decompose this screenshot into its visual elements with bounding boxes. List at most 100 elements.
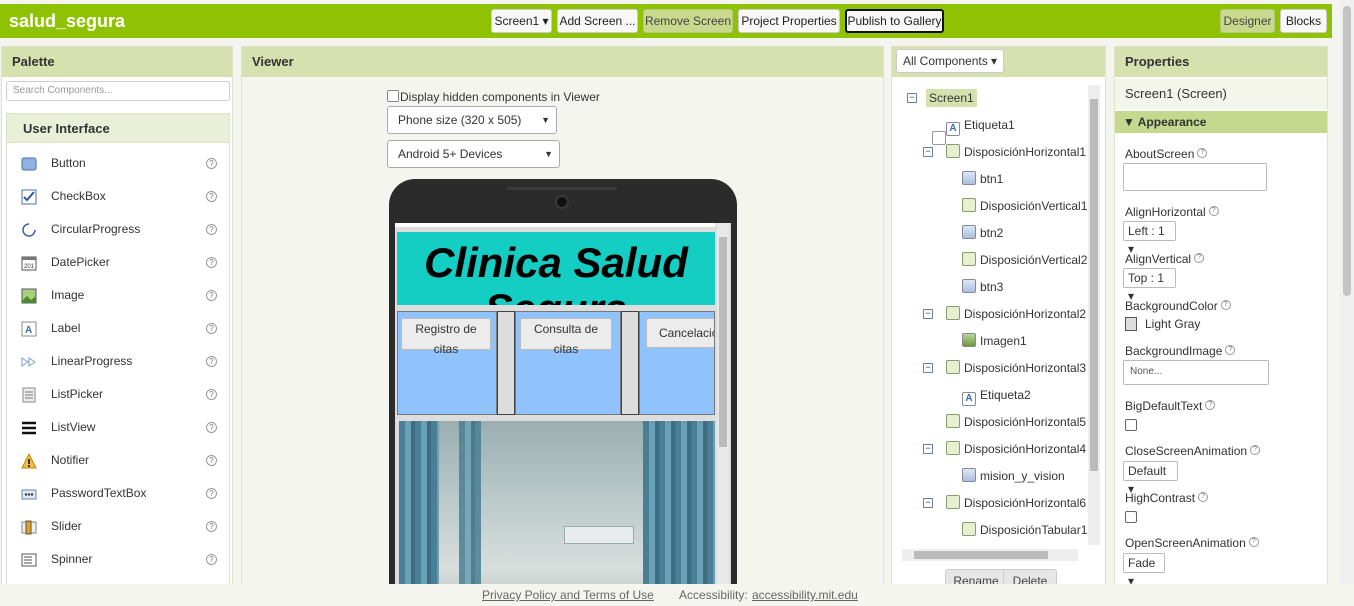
close-screen-animation-dropdown[interactable]: Default ▾ bbox=[1123, 461, 1178, 496]
designer-button[interactable]: Designer bbox=[1220, 9, 1275, 33]
phone-size-select[interactable]: Phone size (320 x 505) ▼ bbox=[387, 106, 557, 134]
collapse-toggle-icon[interactable]: − bbox=[923, 363, 933, 373]
background-image-picker[interactable]: None... bbox=[1123, 360, 1269, 385]
help-icon[interactable]: ? bbox=[206, 158, 217, 169]
palette-item-image[interactable]: Image ? bbox=[7, 279, 229, 312]
disposicion-vertical2[interactable] bbox=[621, 311, 639, 415]
tree-node-btn3[interactable]: btn3 bbox=[962, 276, 1003, 298]
tree-node-disposicionvertical1[interactable]: DisposiciónVertical1 bbox=[962, 195, 1087, 217]
tree-node-btn2[interactable]: btn2 bbox=[962, 222, 1003, 244]
help-icon[interactable]: ? bbox=[206, 455, 217, 466]
help-icon[interactable]: ? bbox=[1198, 492, 1209, 502]
help-icon[interactable]: ? bbox=[206, 389, 217, 400]
help-icon[interactable]: ? bbox=[1250, 445, 1261, 455]
palette-item-checkbox[interactable]: CheckBox ? bbox=[7, 180, 229, 213]
help-icon[interactable]: ? bbox=[206, 521, 217, 532]
help-icon[interactable]: ? bbox=[206, 257, 217, 268]
help-icon[interactable]: ? bbox=[206, 554, 217, 565]
help-icon[interactable]: ? bbox=[206, 488, 217, 499]
checkbox[interactable] bbox=[387, 90, 399, 102]
open-screen-animation-dropdown[interactable]: Fade ▾ bbox=[1123, 553, 1165, 588]
page-scrollbar[interactable] bbox=[1340, 0, 1354, 584]
high-contrast-checkbox[interactable] bbox=[1125, 511, 1137, 523]
help-icon[interactable]: ? bbox=[1220, 300, 1231, 310]
collapse-toggle-icon[interactable]: − bbox=[907, 93, 917, 103]
curtain-left bbox=[399, 421, 439, 606]
tree-node-disposicionhorizontal4[interactable]: DisposiciónHorizontal4 bbox=[946, 438, 1086, 460]
help-icon[interactable]: ? bbox=[206, 323, 217, 334]
palette-item-spinner[interactable]: Spinner ? bbox=[7, 543, 229, 576]
help-icon[interactable]: ? bbox=[206, 224, 217, 235]
disposicion-horizontal1[interactable]: Registro de citas Consulta de citas Canc… bbox=[397, 311, 715, 415]
tree-node-screen1[interactable]: Screen1 bbox=[926, 87, 977, 145]
tree-horizontal-scrollbar[interactable] bbox=[902, 549, 1078, 561]
screen-selector-button[interactable]: Screen1 ▾ bbox=[491, 9, 552, 33]
palette-item-listpicker[interactable]: ListPicker ? bbox=[7, 378, 229, 411]
btn2-button[interactable]: Consulta de citas bbox=[520, 318, 612, 356]
tree-node-mision-y-vision[interactable]: mision_y_vision bbox=[962, 465, 1065, 487]
display-hidden-checkbox[interactable]: Display hidden components in Viewer bbox=[387, 90, 600, 104]
background-color-picker[interactable]: Light Gray bbox=[1125, 317, 1200, 331]
align-vertical-dropdown[interactable]: Top : 1 ▾ bbox=[1123, 268, 1176, 303]
tree-node-disposicionhorizontal2[interactable]: DisposiciónHorizontal2 bbox=[946, 303, 1086, 325]
palette-item-listview[interactable]: ListView ? bbox=[7, 411, 229, 444]
tree-node-disposiciontabular1[interactable]: DisposiciónTabular1 bbox=[962, 519, 1087, 541]
about-screen-textarea[interactable] bbox=[1123, 163, 1267, 191]
help-icon[interactable]: ? bbox=[206, 422, 217, 433]
btn1-button[interactable]: Registro de citas bbox=[401, 318, 491, 356]
phone-screen[interactable]: Clinica Salud Segura Registro de citas C… bbox=[395, 223, 731, 606]
tree-vertical-scrollbar[interactable] bbox=[1088, 85, 1100, 545]
palette-item-notifier[interactable]: Notifier ? bbox=[7, 444, 229, 477]
android-version-select[interactable]: Android 5+ Devices ▼ bbox=[387, 140, 560, 168]
tree-node-disposicionvertical2[interactable]: DisposiciónVertical2 bbox=[962, 249, 1087, 271]
help-icon[interactable]: ? bbox=[1248, 537, 1259, 547]
color-swatch[interactable] bbox=[1125, 317, 1137, 331]
tree-node-imagen1[interactable]: Imagen1 bbox=[962, 330, 1027, 352]
imagen1-photo[interactable] bbox=[399, 421, 715, 606]
help-icon[interactable]: ? bbox=[1205, 400, 1216, 410]
tree-node-disposicionhorizontal6[interactable]: DisposiciónHorizontal6 bbox=[946, 492, 1086, 514]
big-default-text-checkbox[interactable] bbox=[1125, 419, 1137, 431]
palette-item-button[interactable]: Button ? bbox=[7, 147, 229, 180]
prop-high-contrast-label: HighContrast? bbox=[1125, 491, 1209, 505]
btn3-button[interactable]: Cancelación bbox=[646, 318, 714, 348]
help-icon[interactable]: ? bbox=[1194, 253, 1205, 263]
appearance-group-toggle[interactable]: ▼ Appearance bbox=[1115, 111, 1327, 133]
publish-to-gallery-button[interactable]: Publish to Gallery bbox=[845, 9, 944, 33]
help-icon[interactable]: ? bbox=[1225, 345, 1236, 355]
collapse-toggle-icon[interactable]: − bbox=[923, 444, 933, 454]
viewer-scrollbar[interactable] bbox=[717, 223, 729, 606]
palette-item-label[interactable]: A Label ? bbox=[7, 312, 229, 345]
add-screen-button[interactable]: Add Screen ... bbox=[557, 9, 638, 33]
tree-node-btn1[interactable]: btn1 bbox=[962, 168, 1003, 190]
tree-node-etiqueta2[interactable]: A Etiqueta2 bbox=[962, 384, 1031, 406]
palette-item-passwordtextbox[interactable]: PasswordTextBox ? bbox=[7, 477, 229, 510]
palette-item-circularprogress[interactable]: CircularProgress ? bbox=[7, 213, 229, 246]
collapse-toggle-icon[interactable]: − bbox=[923, 498, 933, 508]
help-icon[interactable]: ? bbox=[1208, 206, 1219, 216]
palette-item-linearprogress[interactable]: LinearProgress ? bbox=[7, 345, 229, 378]
components-filter-dropdown[interactable]: All Components ▾ bbox=[896, 49, 1005, 73]
help-icon[interactable]: ? bbox=[206, 290, 217, 301]
help-icon[interactable]: ? bbox=[206, 356, 217, 367]
blocks-button[interactable]: Blocks bbox=[1280, 9, 1327, 33]
accessibility-link[interactable]: accessibility.mit.edu bbox=[752, 588, 858, 602]
tree-node-disposicionhorizontal5[interactable]: DisposiciónHorizontal5 bbox=[946, 411, 1086, 433]
etiqueta1-title[interactable]: Clinica Salud Segura bbox=[397, 232, 715, 305]
remove-screen-button[interactable]: Remove Screen bbox=[643, 9, 733, 33]
project-properties-button[interactable]: Project Properties bbox=[738, 9, 840, 33]
help-icon[interactable]: ? bbox=[206, 191, 217, 202]
tree-node-etiqueta1[interactable]: A Etiqueta1 bbox=[946, 114, 1015, 136]
palette-item-slider[interactable]: Slider ? bbox=[7, 510, 229, 543]
palette-search-input[interactable]: Search Components... bbox=[6, 81, 230, 101]
collapse-toggle-icon[interactable]: − bbox=[923, 309, 933, 319]
privacy-policy-link[interactable]: Privacy Policy and Terms of Use bbox=[482, 588, 654, 602]
palette-category-user-interface[interactable]: User Interface bbox=[6, 113, 230, 143]
collapse-toggle-icon[interactable]: − bbox=[923, 147, 933, 157]
disposicion-vertical1[interactable] bbox=[497, 311, 515, 415]
align-horizontal-dropdown[interactable]: Left : 1 ▾ bbox=[1123, 221, 1176, 256]
tree-node-disposicionhorizontal3[interactable]: DisposiciónHorizontal3 bbox=[946, 357, 1086, 379]
help-icon[interactable]: ? bbox=[1197, 148, 1208, 158]
tree-node-disposicionhorizontal1[interactable]: DisposiciónHorizontal1 bbox=[946, 141, 1086, 163]
palette-item-datepicker[interactable]: 201 DatePicker ? bbox=[7, 246, 229, 279]
